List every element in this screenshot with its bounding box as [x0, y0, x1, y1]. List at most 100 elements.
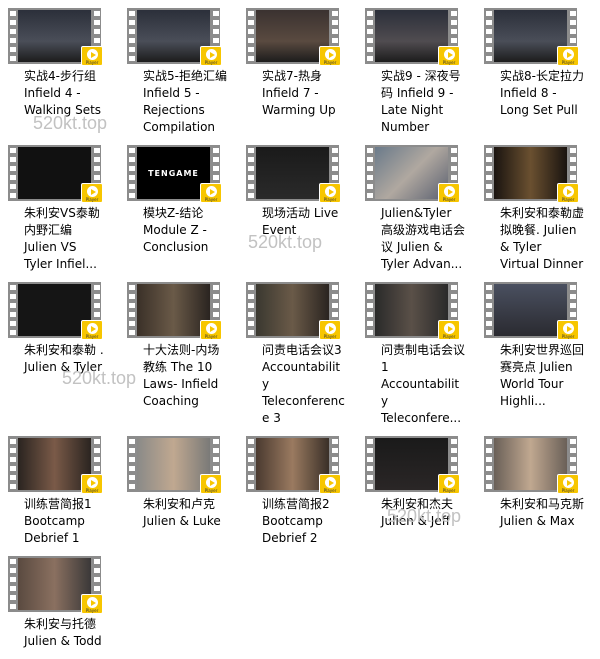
film-hole	[94, 285, 100, 290]
film-hole	[451, 29, 457, 34]
film-hole	[248, 184, 254, 189]
video-thumbnail[interactable]: Player	[246, 436, 341, 494]
badge-label: Player	[204, 197, 218, 202]
film-hole	[570, 11, 576, 16]
film-hole	[129, 312, 135, 317]
video-thumbnail[interactable]: Player	[484, 436, 579, 494]
film-strip	[8, 436, 17, 492]
film-hole	[486, 166, 492, 171]
player-badge: Player	[319, 320, 341, 340]
film-hole	[248, 38, 254, 43]
video-file-item[interactable]: Player 实战5-拒绝汇编 Infield 5 - Rejections C…	[127, 8, 246, 136]
film-hole	[129, 148, 135, 153]
play-icon	[325, 186, 336, 197]
video-file-item[interactable]: Player 训练营简报1 Bootcamp Debrief 1	[8, 436, 127, 547]
video-file-item[interactable]: Player 朱利安世界巡回赛亮点 Julien World Tour High…	[484, 282, 600, 410]
video-thumbnail[interactable]: Player	[365, 282, 460, 340]
film-hole	[248, 193, 254, 198]
film-hole	[486, 175, 492, 180]
video-thumbnail[interactable]: Player	[8, 556, 103, 614]
video-file-item[interactable]: TENGAME Player 模块Z-结论 Module Z - Conclus…	[127, 145, 246, 256]
film-hole	[10, 439, 16, 444]
film-hole	[451, 166, 457, 171]
video-file-item[interactable]: Player 朱利安与托德 Julien & Todd	[8, 556, 127, 650]
video-thumbnail[interactable]: Player	[484, 8, 579, 66]
video-thumbnail[interactable]: Player	[484, 282, 579, 340]
badge-label: Player	[323, 60, 337, 65]
video-file-item[interactable]: Player 朱利安和马克斯 Julien & Max	[484, 436, 600, 530]
video-thumbnail[interactable]: Player	[246, 145, 341, 203]
video-thumbnail[interactable]: Player	[8, 145, 103, 203]
film-hole	[10, 294, 16, 299]
video-file-item[interactable]: Player 朱利安和泰勒虚拟晚餐. Julien & Tyler Virtua…	[484, 145, 600, 273]
film-hole	[367, 303, 373, 308]
play-icon	[87, 186, 98, 197]
film-hole	[332, 166, 338, 171]
video-thumbnail[interactable]: Player	[246, 282, 341, 340]
video-file-item[interactable]: Player 朱利安和泰勒 . Julien & Tyler	[8, 282, 127, 376]
video-file-item[interactable]: Player 实战4-步行组 Infield 4 - Walking Sets	[8, 8, 127, 119]
film-hole	[94, 175, 100, 180]
film-hole	[570, 466, 576, 471]
video-thumbnail[interactable]: Player	[8, 8, 103, 66]
video-thumbnail[interactable]: Player	[8, 282, 103, 340]
video-thumbnail[interactable]: Player	[127, 436, 222, 494]
video-thumbnail[interactable]: Player	[246, 8, 341, 66]
film-hole	[451, 175, 457, 180]
film-hole	[94, 577, 100, 582]
video-file-item[interactable]: Player 问责电话会议3 Accountability Teleconfer…	[246, 282, 365, 427]
film-hole	[129, 484, 135, 489]
badge-label: Player	[442, 334, 456, 339]
video-file-item[interactable]: Player 朱利安VS泰勒内野汇编 Julien VS Tyler Infie…	[8, 145, 127, 273]
film-strip	[484, 8, 493, 64]
film-hole	[367, 11, 373, 16]
video-thumbnail[interactable]: TENGAME Player	[127, 145, 222, 203]
video-file-item[interactable]: Player 问责制电话会议1 Accountability Teleconfe…	[365, 282, 484, 427]
film-hole	[451, 312, 457, 317]
film-hole	[248, 11, 254, 16]
player-badge: Player	[200, 320, 222, 340]
film-hole	[213, 312, 219, 317]
video-thumbnail[interactable]: Player	[127, 8, 222, 66]
video-file-item[interactable]: Player 实战8-长定拉力 Infield 8 - Long Set Pul…	[484, 8, 600, 119]
film-hole	[486, 148, 492, 153]
film-hole	[213, 448, 219, 453]
film-hole	[129, 56, 135, 61]
film-hole	[332, 294, 338, 299]
film-hole	[10, 475, 16, 480]
video-thumbnail[interactable]: Player	[365, 145, 460, 203]
video-file-item[interactable]: Player 实战7-热身 Infield 7 - Warming Up	[246, 8, 365, 119]
film-hole	[486, 321, 492, 326]
badge-label: Player	[204, 488, 218, 493]
video-file-item[interactable]: Player 训练营简报2 Bootcamp Debrief 2	[246, 436, 365, 547]
video-thumbnail[interactable]: Player	[484, 145, 579, 203]
film-hole	[129, 11, 135, 16]
video-thumbnail[interactable]: Player	[8, 436, 103, 494]
film-hole	[129, 175, 135, 180]
film-hole	[10, 47, 16, 52]
film-hole	[486, 466, 492, 471]
video-file-item[interactable]: Player 实战9 - 深夜号码 Infield 9 - Late Night…	[365, 8, 484, 136]
player-badge: Player	[319, 183, 341, 203]
video-thumbnail[interactable]: Player	[365, 8, 460, 66]
badge-label: Player	[442, 197, 456, 202]
video-file-item[interactable]: Player Julien&Tyler 高级游戏电话会议 Julien & Ty…	[365, 145, 484, 273]
film-strip	[127, 145, 136, 201]
video-thumbnail[interactable]: Player	[127, 282, 222, 340]
film-hole	[10, 330, 16, 335]
film-strip	[8, 556, 17, 612]
video-file-item[interactable]: Player 现场活动 Live Event	[246, 145, 365, 239]
video-file-item[interactable]: Player 十大法则-内场教练 The 10 Laws- Infield Co…	[127, 282, 246, 410]
film-hole	[367, 148, 373, 153]
file-name: 问责制电话会议1 Accountability Teleconfere...	[381, 343, 466, 425]
film-hole	[332, 285, 338, 290]
video-thumbnail[interactable]: Player	[365, 436, 460, 494]
film-hole	[248, 330, 254, 335]
film-hole	[486, 29, 492, 34]
player-badge: Player	[81, 594, 103, 614]
film-hole	[367, 47, 373, 52]
file-name: 十大法则-内场教练 The 10 Laws- Infield Coaching	[143, 343, 220, 408]
video-file-item[interactable]: Player 朱利安和卢克 Julien & Luke	[127, 436, 246, 530]
film-hole	[451, 148, 457, 153]
film-hole	[213, 11, 219, 16]
